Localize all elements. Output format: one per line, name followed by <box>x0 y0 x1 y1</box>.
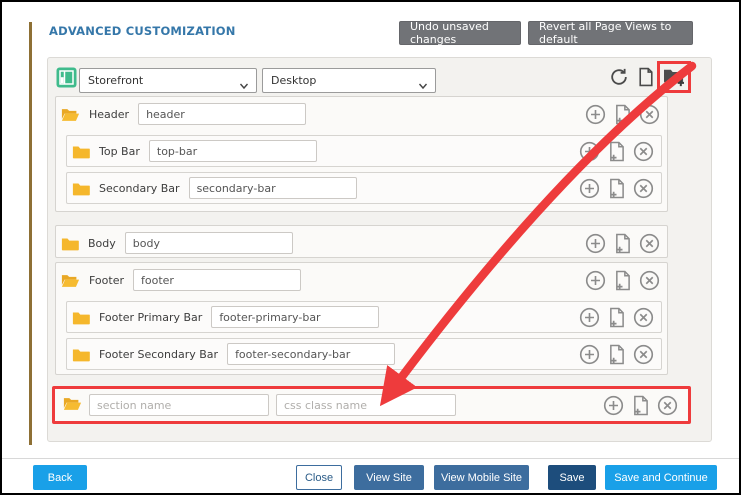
delete-circle-icon[interactable] <box>639 104 660 125</box>
page-plus-icon[interactable] <box>608 141 625 162</box>
section-group-header: Header Top Bar <box>55 96 668 212</box>
add-circle-icon[interactable] <box>579 141 600 162</box>
section-label: Footer Secondary Bar <box>99 348 218 361</box>
folder-closed-icon <box>72 310 90 325</box>
row-actions <box>579 141 656 162</box>
section-label: Body <box>88 237 116 250</box>
section-label: Top Bar <box>99 145 140 158</box>
page-view-select[interactable]: Storefront <box>80 69 256 92</box>
page-plus-icon[interactable] <box>608 307 625 328</box>
add-circle-icon[interactable] <box>579 344 600 365</box>
row-actions <box>579 178 656 199</box>
folder-plus-icon[interactable] <box>663 67 685 87</box>
device-select-wrap: Desktop <box>262 68 436 93</box>
delete-circle-icon[interactable] <box>639 233 660 254</box>
undo-unsaved-changes-button[interactable]: Undo unsaved changes <box>399 21 521 45</box>
section-label: Footer <box>89 274 124 287</box>
save-button[interactable]: Save <box>548 465 596 490</box>
section-label: Header <box>89 108 129 121</box>
close-button[interactable]: Close <box>296 465 342 490</box>
section-row-body: Body <box>61 228 662 258</box>
row-actions <box>579 344 656 365</box>
section-row-header: Header <box>61 99 662 129</box>
delete-circle-icon[interactable] <box>633 344 654 365</box>
section-row-footer-primary-bar: Footer Primary Bar <box>66 301 662 333</box>
storefront-layout-icon <box>56 67 77 92</box>
page-plus-icon[interactable] <box>608 178 625 199</box>
folder-open-icon <box>61 107 80 122</box>
new-section-css-input[interactable] <box>276 394 456 416</box>
left-accent-rule <box>29 22 32 445</box>
folder-closed-icon <box>72 144 90 159</box>
section-css-input[interactable] <box>125 232 293 254</box>
delete-circle-icon[interactable] <box>633 178 654 199</box>
circular-arrow-icon[interactable] <box>609 67 629 87</box>
row-actions <box>585 270 662 291</box>
revert-page-views-button[interactable]: Revert all Page Views to default <box>528 21 693 45</box>
section-row-secondary-bar: Secondary Bar <box>66 172 662 204</box>
device-select[interactable]: Desktop <box>263 69 435 92</box>
add-circle-icon[interactable] <box>585 104 606 125</box>
folder-closed-icon <box>61 236 79 251</box>
delete-circle-icon[interactable] <box>639 270 660 291</box>
view-mobile-site-button[interactable]: View Mobile Site <box>434 465 529 490</box>
row-actions <box>585 104 662 125</box>
section-css-input[interactable] <box>189 177 357 199</box>
delete-circle-icon[interactable] <box>657 395 678 416</box>
section-css-input[interactable] <box>149 140 317 162</box>
panel-tools <box>609 67 685 87</box>
page-plus-icon[interactable] <box>632 395 649 416</box>
folder-closed-icon <box>72 181 90 196</box>
section-css-input[interactable] <box>227 343 395 365</box>
page-view-select-wrap: Storefront <box>79 68 257 93</box>
section-row-footer-secondary-bar: Footer Secondary Bar <box>66 338 662 370</box>
new-section-name-input[interactable] <box>89 394 269 416</box>
customization-panel: Storefront Desktop <box>47 57 712 442</box>
add-circle-icon[interactable] <box>585 233 606 254</box>
new-section-row <box>52 386 691 424</box>
section-css-input[interactable] <box>133 269 301 291</box>
add-circle-icon[interactable] <box>579 178 600 199</box>
view-site-button[interactable]: View Site <box>354 465 424 490</box>
add-circle-icon[interactable] <box>585 270 606 291</box>
section-group-body: Body <box>55 225 668 258</box>
section-label: Secondary Bar <box>99 182 180 195</box>
add-circle-icon[interactable] <box>579 307 600 328</box>
back-button[interactable]: Back <box>33 465 87 490</box>
row-actions <box>579 307 656 328</box>
row-actions <box>603 395 680 416</box>
add-circle-icon[interactable] <box>603 395 624 416</box>
delete-circle-icon[interactable] <box>633 307 654 328</box>
section-row-top-bar: Top Bar <box>66 135 662 167</box>
page-plus-icon[interactable] <box>608 344 625 365</box>
section-css-input[interactable] <box>211 306 379 328</box>
row-actions <box>585 233 662 254</box>
page-plus-icon[interactable] <box>614 270 631 291</box>
advanced-customization-screen: ADVANCED CUSTOMIZATION Undo unsaved chan… <box>0 0 741 495</box>
section-label: Footer Primary Bar <box>99 311 202 324</box>
section-group-footer: Footer Footer Primary Bar <box>55 262 668 375</box>
save-and-continue-button[interactable]: Save and Continue <box>605 465 717 490</box>
section-css-input[interactable] <box>138 103 306 125</box>
page-plus-icon[interactable] <box>614 233 631 254</box>
footer-divider <box>2 458 741 459</box>
folder-closed-icon <box>72 347 90 362</box>
delete-circle-icon[interactable] <box>633 141 654 162</box>
page-title: ADVANCED CUSTOMIZATION <box>49 24 236 38</box>
section-row-footer: Footer <box>61 265 662 295</box>
folder-open-icon <box>63 396 82 415</box>
folder-open-icon <box>61 273 80 288</box>
page-plus-icon[interactable] <box>614 104 631 125</box>
page-icon[interactable] <box>638 67 654 87</box>
